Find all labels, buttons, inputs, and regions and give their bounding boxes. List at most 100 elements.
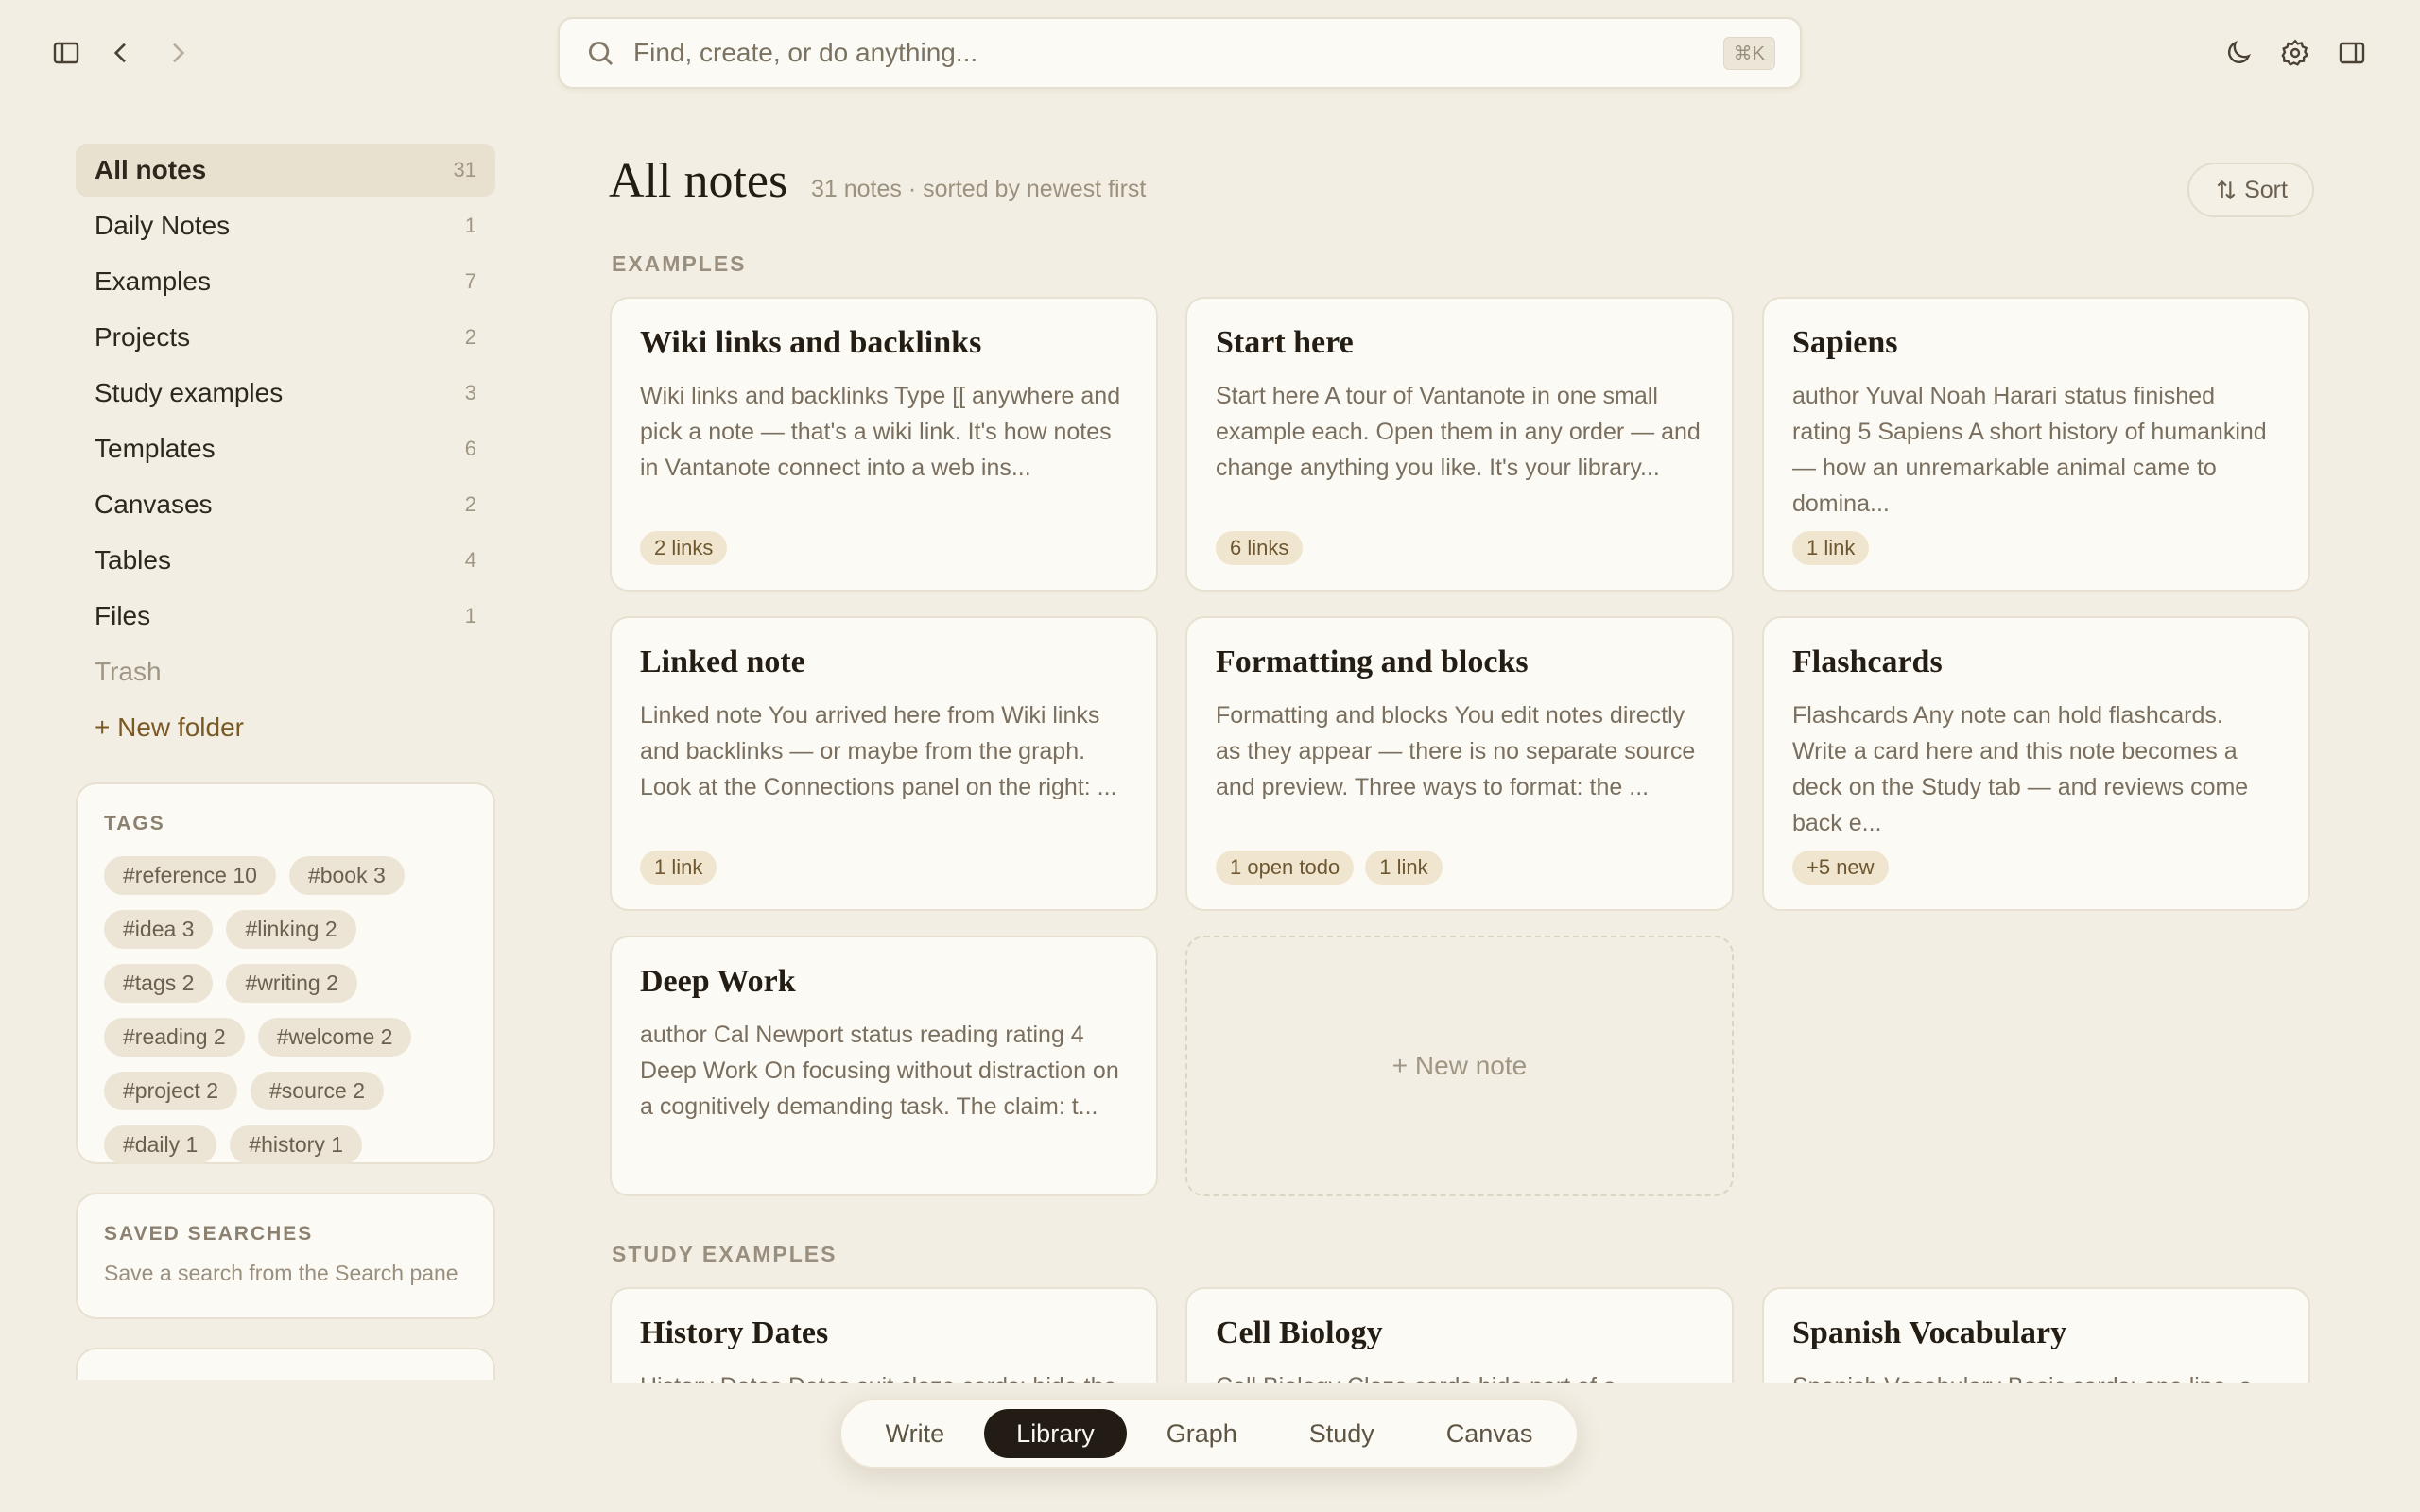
sidebar-item-projects[interactable]: Projects 2 (76, 311, 495, 364)
tag-chip[interactable]: #history 1 (230, 1125, 362, 1164)
sidebar-item-study-examples[interactable]: Study examples 3 (76, 367, 495, 420)
page-title: All notes (609, 154, 788, 208)
tag-list: #reference 10 #book 3 #idea 3 #linking 2… (104, 856, 444, 1164)
sort-button[interactable]: Sort (2187, 163, 2314, 217)
sidebar-item-tables[interactable]: Tables 4 (76, 534, 495, 587)
section-study-label: STUDY EXAMPLES (612, 1242, 838, 1266)
tag-chip[interactable]: #reference 10 (104, 856, 276, 895)
note-card-sapiens[interactable]: Sapiens author Yuval Noah Harari status … (1762, 297, 2310, 592)
sidebar-item-examples[interactable]: Examples 7 (76, 255, 495, 308)
tag-chip[interactable]: #linking 2 (226, 910, 356, 949)
note-card-excerpt: Cell Biology Cloze cards hide part of a (1216, 1368, 1703, 1383)
note-card-excerpt: Start here A tour of Vantanote in one sm… (1216, 383, 1701, 481)
tag-chip[interactable]: #source 2 (251, 1072, 385, 1110)
sidebar-item-label: Files (95, 601, 151, 630)
moon-icon[interactable] (2220, 34, 2257, 72)
tags-panel: TAGS #reference 10 #book 3 #idea 3 #link… (76, 782, 495, 1164)
note-card-badge: 1 link (1792, 531, 1870, 565)
sidebar-item-label: Projects (95, 322, 191, 352)
tag-chip[interactable]: #tags 2 (104, 964, 214, 1003)
sidebar-item-label: Canvases (95, 490, 213, 519)
note-card-title: Linked note (640, 644, 805, 679)
sidebar-item-label: Tables (95, 545, 171, 575)
sidebar-toggle-icon[interactable] (47, 34, 85, 72)
saved-searches-title: SAVED SEARCHES (104, 1223, 314, 1245)
sidebar-item-count: 6 (464, 437, 476, 460)
note-card-title: Flashcards (1792, 644, 1943, 679)
sidebar-item-trash[interactable]: Trash (76, 645, 495, 698)
saved-searches-panel: SAVED SEARCHES Save a search from the Se… (76, 1193, 495, 1319)
back-icon[interactable] (102, 34, 140, 72)
sidebar-item-count: 2 (464, 325, 476, 349)
tag-chip[interactable]: #welcome 2 (257, 1018, 412, 1057)
sidebar-item-count: 3 (464, 381, 476, 404)
note-card-spanish-vocabulary[interactable]: Spanish Vocabulary Spanish Vocabulary Ba… (1762, 1287, 2310, 1383)
note-card-title: Formatting and blocks (1216, 644, 1529, 679)
sidebar-item-all-notes[interactable]: All notes 31 (76, 144, 495, 197)
sidebar-item-count: 31 (453, 158, 476, 181)
sort-label: Sort (2244, 176, 2288, 203)
note-card-title: Cell Biology (1216, 1315, 1383, 1350)
sidebar-nav: All notes 31 Daily Notes 1 Examples 7 Pr… (76, 144, 495, 757)
note-card-badge: 6 links (1216, 531, 1304, 565)
bottom-tab-bar: Write Library Graph Study Canvas (839, 1399, 1579, 1469)
note-card-title: Start here (1216, 325, 1354, 360)
tag-chip[interactable]: #project 2 (104, 1072, 238, 1110)
note-card-history-dates[interactable]: History Dates History Dates Dates suit c… (610, 1287, 1158, 1383)
section-examples-label: EXAMPLES (612, 251, 747, 276)
tag-chip[interactable]: #daily 1 (104, 1125, 217, 1164)
sidebar-item-label: Daily Notes (95, 211, 231, 240)
saved-searches-empty: Save a search from the Search pane (104, 1261, 458, 1285)
new-folder-button[interactable]: + New folder (76, 701, 495, 754)
note-card-title: Sapiens (1792, 325, 1898, 360)
sidebar-item-count: 1 (464, 604, 476, 627)
page-subtitle: 31 notes · sorted by newest first (811, 176, 1147, 202)
sidebar-item-templates[interactable]: Templates 6 (76, 422, 495, 475)
right-panel-icon[interactable] (2333, 34, 2371, 72)
tags-title: TAGS (104, 813, 165, 834)
sidebar-item-canvases[interactable]: Canvases 2 (76, 478, 495, 531)
new-folder-label: + New folder (95, 713, 244, 742)
tab-library[interactable]: Library (984, 1409, 1127, 1458)
sidebar-panel-partial (76, 1348, 495, 1380)
note-card-excerpt: Linked note You arrived here from Wiki l… (640, 702, 1117, 800)
tag-chip[interactable]: #idea 3 (104, 910, 214, 949)
note-card-excerpt: author Yuval Noah Harari status finished… (1792, 383, 2267, 517)
gear-icon[interactable] (2276, 34, 2314, 72)
shortcut-hint: ⌘K (1722, 36, 1775, 70)
command-search-bar[interactable]: Find, create, or do anything... ⌘K (558, 17, 1802, 89)
note-card-excerpt: Spanish Vocabulary Basic cards: one line… (1792, 1368, 2280, 1383)
note-card-excerpt: Wiki links and backlinks Type [[ anywher… (640, 383, 1121, 481)
note-card-wiki-links[interactable]: Wiki links and backlinks Wiki links and … (610, 297, 1158, 592)
sidebar-item-count: 1 (464, 214, 476, 237)
search-placeholder: Find, create, or do anything... (633, 38, 978, 67)
tag-chip[interactable]: #book 3 (288, 856, 405, 895)
tag-chip[interactable]: #reading 2 (104, 1018, 245, 1057)
note-card-title: Spanish Vocabulary (1792, 1315, 2067, 1350)
top-bar: Find, create, or do anything... ⌘K (0, 0, 2420, 106)
sidebar-item-label: Examples (95, 266, 211, 296)
sidebar-item-daily-notes[interactable]: Daily Notes 1 (76, 199, 495, 252)
note-card-excerpt: Formatting and blocks You edit notes dir… (1216, 702, 1696, 800)
note-card-start-here[interactable]: Start here Start here A tour of Vantanot… (1185, 297, 1734, 592)
tab-write[interactable]: Write (854, 1409, 977, 1458)
sidebar-item-count: 7 (464, 269, 476, 293)
note-card-title: History Dates (640, 1315, 829, 1350)
tab-graph[interactable]: Graph (1134, 1409, 1270, 1458)
note-card-title: Wiki links and backlinks (640, 325, 982, 360)
forward-icon[interactable] (159, 34, 197, 72)
note-card-excerpt: History Dates Dates suit cloze cards: hi… (640, 1368, 1128, 1383)
sidebar-item-label: All notes (95, 155, 207, 184)
sidebar-item-count: 4 (464, 548, 476, 572)
sidebar-item-label: Study examples (95, 378, 284, 407)
tag-chip[interactable]: #writing 2 (226, 964, 357, 1003)
tab-study[interactable]: Study (1277, 1409, 1407, 1458)
note-card-badge: 2 links (640, 531, 728, 565)
note-card-cell-biology[interactable]: Cell Biology Cell Biology Cloze cards hi… (1185, 1287, 1734, 1383)
sidebar-item-label: Trash (95, 657, 162, 686)
sidebar-item-files[interactable]: Files 1 (76, 590, 495, 643)
tab-canvas[interactable]: Canvas (1414, 1409, 1565, 1458)
sidebar-item-count: 2 (464, 492, 476, 516)
sort-icon (2214, 178, 2238, 202)
scroll-viewport: STUDY EXAMPLES History Dates History Dat… (567, 790, 2420, 1383)
